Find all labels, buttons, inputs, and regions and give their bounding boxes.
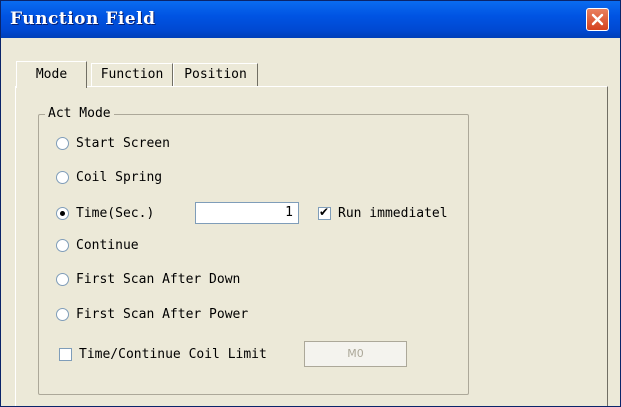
- radio-button-icon[interactable]: [56, 238, 69, 252]
- title-bar[interactable]: Function Field: [1, 1, 620, 38]
- tab-mode[interactable]: Mode: [16, 61, 87, 88]
- radio-first-scan-after-down[interactable]: First Scan After Down: [56, 269, 240, 289]
- close-button[interactable]: [586, 8, 609, 31]
- window-title: Function Field: [10, 9, 156, 29]
- checkbox-checked-icon[interactable]: [318, 205, 331, 220]
- radio-button-icon[interactable]: [56, 307, 69, 321]
- tab-function-label: Function: [100, 67, 164, 82]
- tab-position[interactable]: Position: [173, 63, 258, 87]
- tab-function[interactable]: Function: [91, 63, 173, 87]
- coil-limit-checkbox[interactable]: Time/Continue Coil Limit: [59, 344, 267, 364]
- run-immediately-label: Run immediatel: [338, 205, 448, 221]
- radio-continue[interactable]: Continue: [56, 235, 139, 255]
- radio-first-scan-after-down-label: First Scan After Down: [76, 271, 241, 287]
- radio-button-icon[interactable]: [56, 272, 69, 286]
- radio-continue-label: Continue: [76, 237, 139, 253]
- function-field-dialog: Function Field Mode Function Position Ac…: [0, 0, 621, 407]
- radio-button-icon[interactable]: [56, 136, 69, 150]
- radio-button-selected-icon[interactable]: [56, 206, 69, 220]
- time-seconds-input[interactable]: 1: [195, 202, 299, 224]
- radio-coil-spring-label: Coil Spring: [76, 169, 163, 185]
- checkbox-icon[interactable]: [59, 347, 72, 361]
- tab-position-label: Position: [184, 67, 247, 82]
- radio-time-sec-label: Time(Sec.): [76, 205, 155, 221]
- act-mode-group-title: Act Mode: [45, 106, 114, 121]
- radio-start-screen-label: Start Screen: [76, 135, 170, 151]
- run-immediately-checkbox[interactable]: Run immediatel: [318, 203, 448, 223]
- tab-mode-label: Mode: [35, 67, 68, 82]
- radio-start-screen[interactable]: Start Screen: [56, 133, 170, 153]
- radio-button-icon[interactable]: [56, 170, 69, 184]
- coil-limit-address-button[interactable]: M0: [304, 341, 407, 367]
- radio-first-scan-after-power[interactable]: First Scan After Power: [56, 304, 248, 324]
- radio-first-scan-after-power-label: First Scan After Power: [76, 306, 249, 322]
- radio-coil-spring[interactable]: Coil Spring: [56, 167, 162, 187]
- radio-time-sec[interactable]: Time(Sec.): [56, 203, 154, 223]
- coil-limit-label: Time/Continue Coil Limit: [79, 346, 267, 362]
